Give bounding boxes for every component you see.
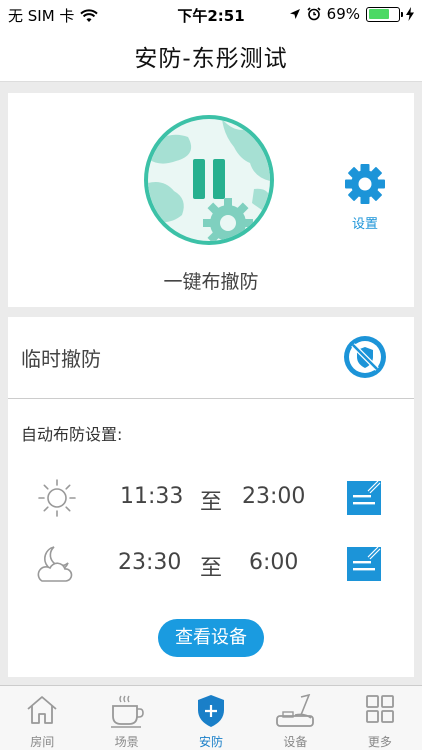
page-title: 安防-东彤测试 [134,46,288,72]
schedule-end-time[interactable]: 6:00 [249,550,298,575]
grid-icon [365,695,394,723]
globe-pause-icon [148,119,270,241]
one-key-arm-label: 一键布撤防 [163,271,259,293]
settings-button[interactable]: 设置 [339,163,391,232]
disarm-card: 临时撤防 自动布防设置: 11:33 至 23:00 23:30 至 6:00 … [8,317,414,677]
tab-label: 场景 [114,735,139,749]
alarm-clock-icon [307,7,321,21]
battery-fill [368,9,389,19]
arm-card: 一键布撤防 设置 [8,93,414,307]
settings-label: 设置 [351,217,378,232]
gear-icon [345,164,385,204]
sun-icon [38,479,76,517]
tab-label: 设备 [283,735,308,749]
tab-security[interactable]: 安防 [169,686,253,750]
temp-disarm-row: 临时撤防 [8,317,414,399]
schedule-start-time[interactable]: 23:30 [118,550,181,575]
shield-off-icon [344,336,386,378]
edit-icon [347,480,381,515]
schedule-end-time[interactable]: 23:00 [242,484,305,509]
temp-disarm-label: 临时撤防 [21,347,101,371]
edit-icon [347,546,381,581]
temp-disarm-toggle[interactable] [344,336,386,382]
schedule-start-time[interactable]: 11:33 [120,484,183,509]
schedule-row-night: 23:30 至 6:00 [8,539,414,589]
battery-icon [366,6,403,22]
moon-cloud-icon [37,546,73,582]
one-key-arm-button[interactable] [144,115,274,245]
tab-devices[interactable]: 设备 [253,686,337,750]
view-devices-button[interactable]: 查看设备 [158,619,264,657]
shield-plus-icon [198,695,225,727]
nav-bar: 安防-东彤测试 [0,30,422,82]
battery-percent: 69% [326,5,360,23]
tab-more[interactable]: 更多 [338,686,422,750]
coffee-cup-icon [110,695,144,728]
location-arrow-icon [289,9,300,19]
schedule-row-day: 11:33 至 23:00 [8,473,414,523]
edit-schedule-button[interactable] [347,479,383,519]
tab-label: 更多 [367,735,392,749]
edit-schedule-button[interactable] [347,545,383,585]
charging-bolt-icon [406,7,414,21]
auto-arm-title: 自动布防设置: [21,425,123,444]
home-icon [27,696,57,724]
tab-label: 安防 [199,735,224,749]
tab-scenes[interactable]: 场景 [84,686,168,750]
status-bar: 无 SIM 卡 下午2:51 69% [0,0,422,30]
device-icon [276,694,315,727]
schedule-separator: 至 [200,556,223,581]
tab-bar: 房间 场景 安防 设备 更多 [0,685,422,750]
tab-label: 房间 [30,735,55,749]
schedule-separator: 至 [200,490,223,515]
tab-rooms[interactable]: 房间 [0,686,84,750]
